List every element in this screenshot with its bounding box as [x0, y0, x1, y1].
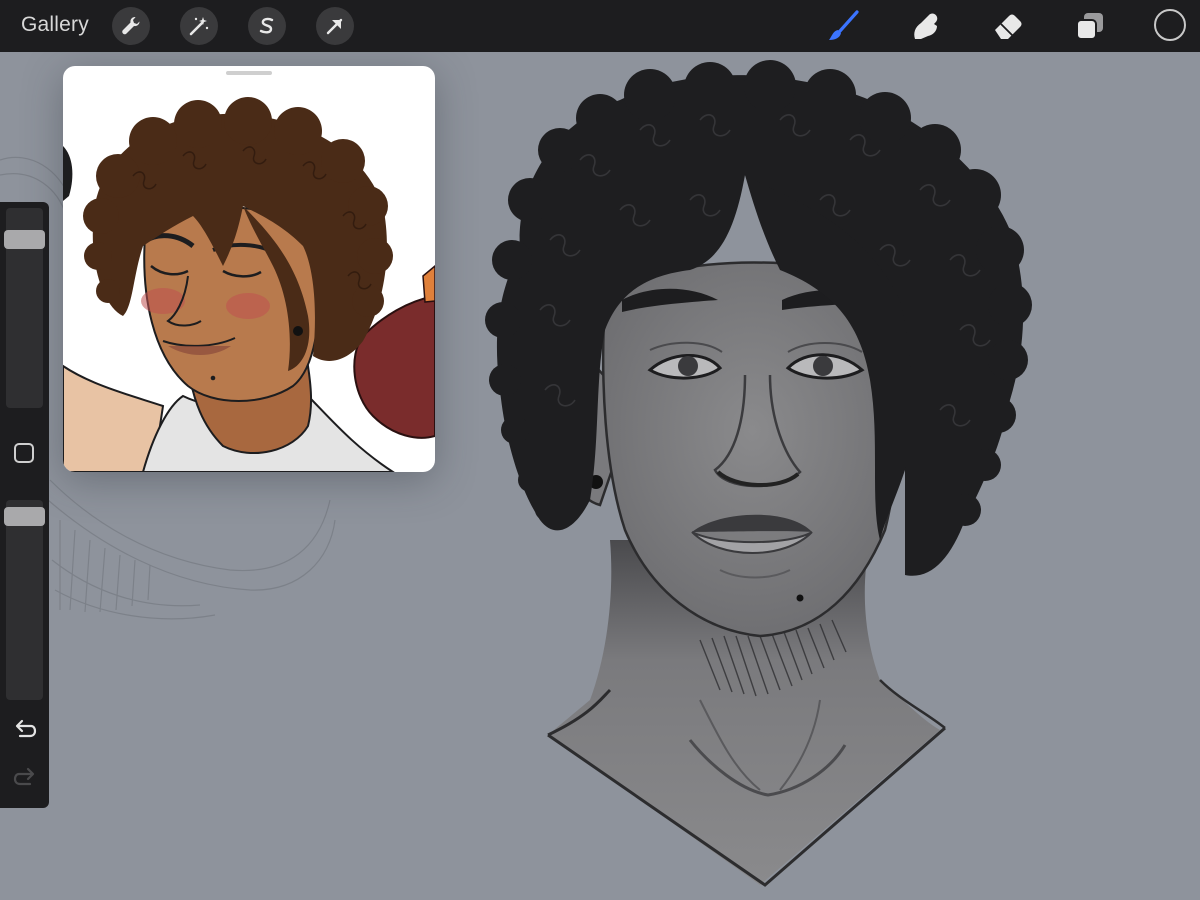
undo-button[interactable] [12, 716, 38, 742]
eraser-icon [995, 14, 1022, 39]
transform-button[interactable] [316, 7, 354, 45]
undo-icon [15, 719, 37, 738]
layers-tool[interactable] [1072, 8, 1108, 44]
magic-wand-icon [189, 17, 209, 36]
opacity-slider[interactable] [6, 500, 43, 700]
color-picker-button[interactable] [1154, 9, 1186, 41]
left-sidebar [0, 202, 49, 808]
opacity-thumb[interactable] [4, 507, 45, 527]
redo-button[interactable] [12, 764, 38, 790]
eraser-tool[interactable] [990, 8, 1026, 44]
top-toolbar: Gallery [0, 0, 1200, 52]
layers-icon [1076, 13, 1103, 40]
smudge-tool[interactable] [908, 8, 944, 44]
reference-window[interactable] [63, 66, 435, 472]
arrow-cursor-icon [326, 18, 343, 35]
reference-image [63, 97, 435, 472]
reference-drag-handle[interactable] [226, 71, 272, 75]
brush-tool[interactable] [826, 8, 862, 44]
selection-button[interactable] [248, 7, 286, 45]
adjustments-button[interactable] [180, 7, 218, 45]
wrench-icon [122, 17, 140, 35]
brush-size-thumb[interactable] [4, 229, 45, 249]
smudge-finger-icon [914, 13, 938, 39]
actions-button[interactable] [112, 7, 150, 45]
square-icon[interactable] [14, 443, 34, 463]
procreate-app: Gallery [0, 0, 1200, 900]
selection-s-icon [259, 17, 274, 34]
redo-icon [13, 767, 35, 786]
gallery-button[interactable]: Gallery [21, 13, 89, 37]
brush-icon [829, 10, 859, 40]
beauty-mark [796, 594, 804, 602]
